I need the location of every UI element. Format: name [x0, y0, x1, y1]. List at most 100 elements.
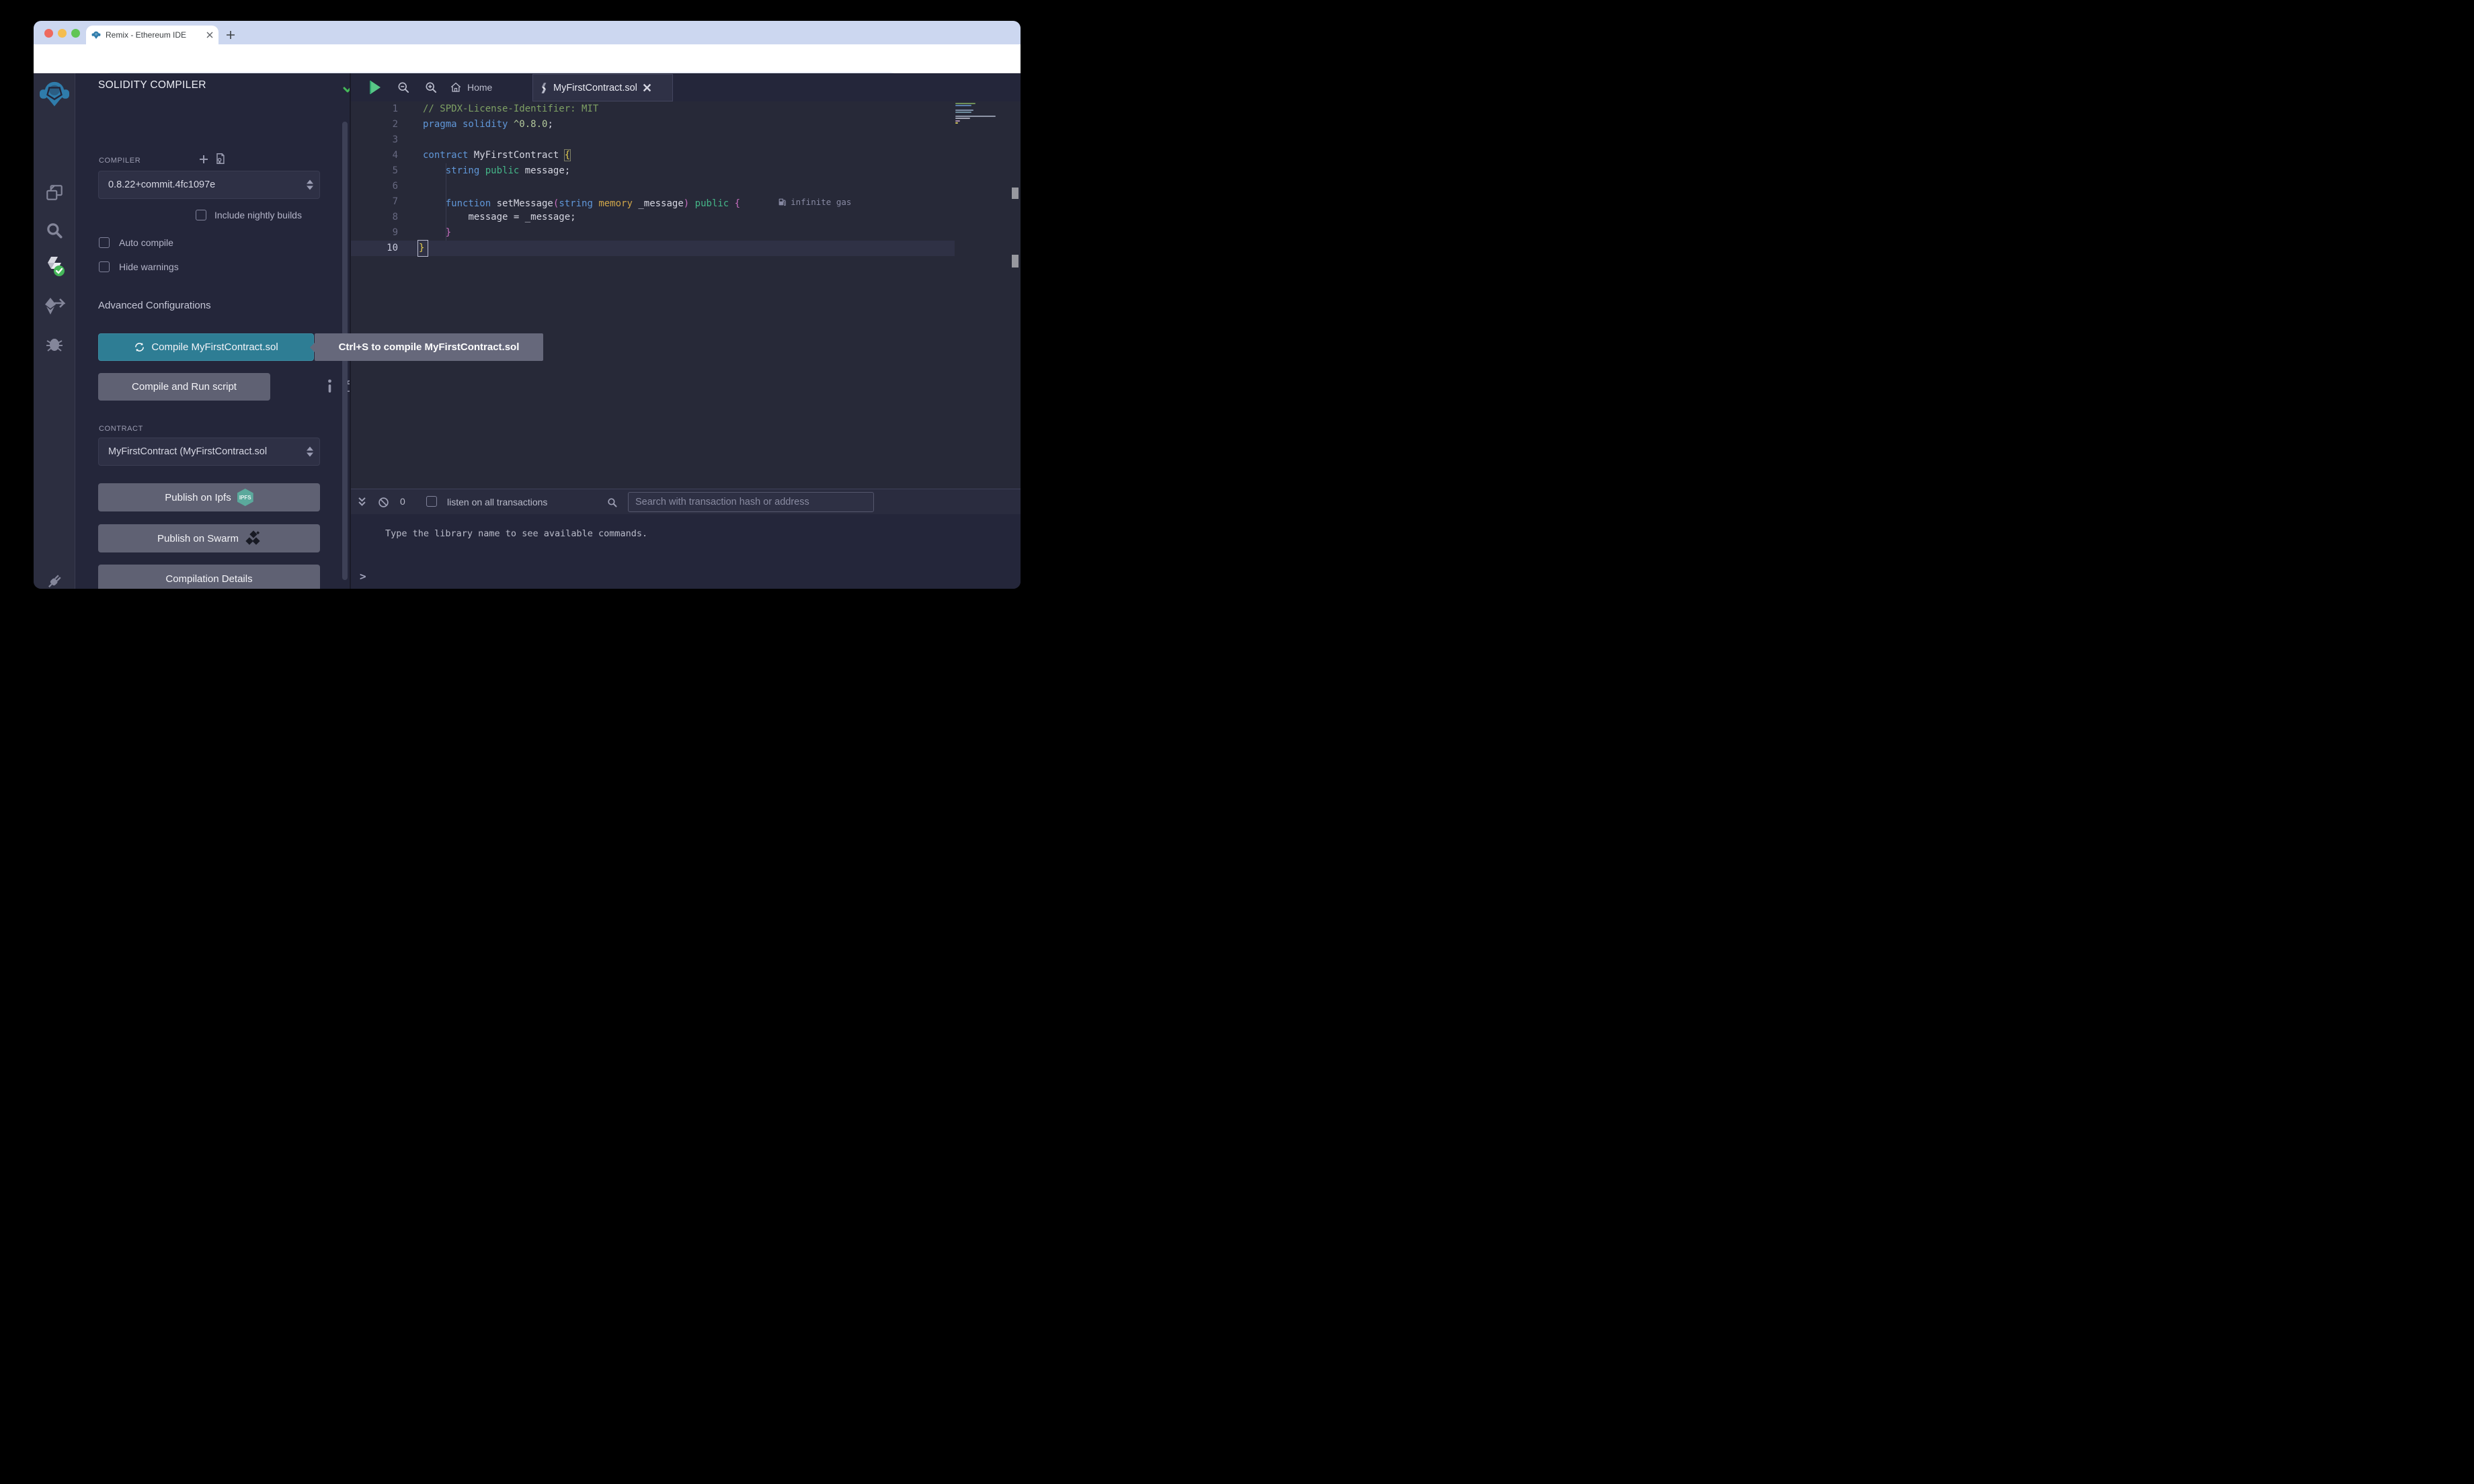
terminal-expand-icon[interactable] — [354, 495, 369, 509]
terminal-toolbar: 0 listen on all transactions Search with… — [351, 489, 1021, 514]
browser-tab[interactable]: Remix - Ethereum IDE — [86, 26, 218, 44]
traffic-close-button[interactable] — [44, 29, 53, 38]
line-number: 1 — [351, 101, 413, 117]
publish-ipfs-button[interactable]: Publish on Ipfs IPFS — [98, 483, 320, 511]
code-line: string public message; — [423, 163, 851, 179]
auto-compile-checkbox[interactable] — [99, 237, 110, 248]
select-arrows-icon — [307, 180, 313, 190]
contract-label: CONTRACT — [99, 425, 143, 433]
publish-swarm-label: Publish on Swarm — [157, 533, 239, 544]
clear-console-icon[interactable] — [376, 495, 391, 509]
code-editor[interactable]: 12345678910 // SPDX-License-Identifier: … — [351, 101, 1021, 489]
search-icon[interactable] — [34, 217, 75, 244]
plugin-manager-icon[interactable] — [34, 568, 75, 589]
tab-close-icon[interactable] — [206, 32, 213, 38]
compile-run-label: Compile and Run script — [132, 381, 237, 393]
code-line: } — [423, 241, 851, 256]
advanced-configurations[interactable]: Advanced Configurations — [98, 300, 211, 311]
solidity-file-icon — [540, 82, 548, 94]
line-number: 6 — [351, 179, 413, 194]
home-icon — [450, 81, 462, 93]
infinite-gas-annotation: infinite gas — [778, 194, 851, 210]
browser-window: Remix - Ethereum IDE — [34, 21, 1021, 589]
compile-refresh-icon — [134, 341, 145, 353]
remix-app: SOLIDITY COMPILER COMPILER 0.8.22+commit… — [34, 73, 1021, 589]
text-cursor: } — [418, 241, 428, 256]
icon-rail — [34, 73, 75, 589]
auto-compile-label: Auto compile — [119, 237, 173, 248]
browser-tabstrip: Remix - Ethereum IDE — [34, 21, 1021, 44]
line-number: 10 — [351, 241, 413, 256]
new-tab-button[interactable] — [222, 26, 239, 44]
file-explorer-icon[interactable] — [34, 179, 75, 206]
debugger-icon[interactable] — [34, 330, 75, 357]
compile-button-label: Compile MyFirstContract.sol — [151, 341, 278, 353]
compile-and-run-button[interactable]: Compile and Run script — [98, 373, 270, 401]
line-number: 4 — [351, 148, 413, 163]
search-placeholder: Search with transaction hash or address — [635, 497, 809, 507]
compiler-version-value: 0.8.22+commit.4fc1097e — [108, 179, 215, 190]
line-number: 9 — [351, 225, 413, 241]
info-icon[interactable] — [325, 379, 334, 394]
zoom-out-icon[interactable] — [395, 79, 411, 95]
remix-logo[interactable] — [34, 81, 75, 108]
transaction-search-input[interactable]: Search with transaction hash or address — [628, 492, 874, 512]
line-number: 7 — [351, 194, 413, 210]
nightly-builds-label: Include nightly builds — [214, 210, 302, 220]
swarm-icon — [245, 530, 261, 546]
scroll-decoration[interactable] — [1012, 255, 1019, 267]
line-number: 2 — [351, 117, 413, 132]
remix-favicon — [91, 30, 101, 40]
terminal-search-icon — [604, 495, 619, 509]
line-number: 8 — [351, 210, 413, 225]
compilation-details-button[interactable]: Compilation Details — [98, 565, 320, 589]
code-line: contract MyFirstContract { — [423, 148, 851, 163]
traffic-minimize-button[interactable] — [58, 29, 67, 38]
screen: Remix - Ethereum IDE — [0, 0, 1054, 632]
home-tab-label: Home — [467, 82, 492, 93]
tab-myfirstcontract[interactable]: MyFirstContract.sol — [532, 74, 673, 101]
line-number: 3 — [351, 132, 413, 148]
code-lines: // SPDX-License-Identifier: MITpragma so… — [423, 101, 851, 256]
nightly-builds-checkbox[interactable] — [196, 210, 206, 220]
browser-toolbar: remix.ethereum.org/#lang=en&optimize=fal… — [34, 44, 1021, 73]
contract-select[interactable]: MyFirstContract (MyFirstContract.sol — [98, 438, 320, 466]
file-tab-label: MyFirstContract.sol — [553, 83, 637, 93]
tab-close-icon[interactable] — [643, 83, 651, 92]
listen-transactions-label: listen on all transactions — [447, 497, 547, 507]
ipfs-icon: IPFS — [237, 489, 253, 506]
panel-title: SOLIDITY COMPILER — [98, 79, 206, 91]
terminal-output[interactable]: Type the library name to see available c… — [351, 514, 1021, 589]
compiler-label: COMPILER — [99, 157, 141, 165]
terminal-prompt[interactable]: > — [360, 570, 366, 583]
terminal-help-text: Type the library name to see available c… — [385, 528, 647, 539]
scroll-decoration[interactable] — [1012, 188, 1019, 199]
zoom-in-icon[interactable] — [423, 79, 439, 95]
contract-select-value: MyFirstContract (MyFirstContract.sol — [108, 446, 267, 457]
deploy-run-icon[interactable] — [34, 292, 75, 319]
compiler-version-select[interactable]: 0.8.22+commit.4fc1097e — [98, 171, 320, 199]
editor-tabbar: Home MyFirstContract.sol — [351, 73, 1021, 101]
publish-ipfs-label: Publish on Ipfs — [165, 492, 231, 503]
line-number: 5 — [351, 163, 413, 179]
code-line: } — [423, 225, 851, 241]
listen-transactions-checkbox[interactable] — [426, 496, 437, 507]
add-compiler-icon[interactable] — [198, 154, 209, 165]
publish-swarm-button[interactable]: Publish on Swarm — [98, 524, 320, 552]
code-line: // SPDX-License-Identifier: MIT — [423, 101, 851, 117]
code-line: message = _message; — [423, 210, 851, 225]
run-script-play-icon[interactable] — [367, 79, 383, 95]
hide-warnings-checkbox[interactable] — [99, 261, 110, 272]
compile-button[interactable]: Compile MyFirstContract.sol — [98, 333, 314, 361]
tab-title: Remix - Ethereum IDE — [106, 30, 202, 40]
traffic-zoom-button[interactable] — [71, 29, 80, 38]
compiler-license-icon[interactable] — [214, 153, 226, 165]
code-line — [423, 132, 851, 148]
editor-minimap[interactable] — [955, 103, 1010, 124]
compile-tooltip: Ctrl+S to compile MyFirstContract.sol — [315, 333, 543, 361]
solidity-compiler-icon[interactable] — [34, 253, 75, 280]
solidity-compiler-panel: SOLIDITY COMPILER COMPILER 0.8.22+commit… — [76, 73, 350, 589]
transaction-count: 0 — [400, 496, 405, 507]
code-line: function setMessage(string memory _messa… — [423, 194, 851, 210]
tab-home[interactable]: Home — [450, 73, 492, 101]
